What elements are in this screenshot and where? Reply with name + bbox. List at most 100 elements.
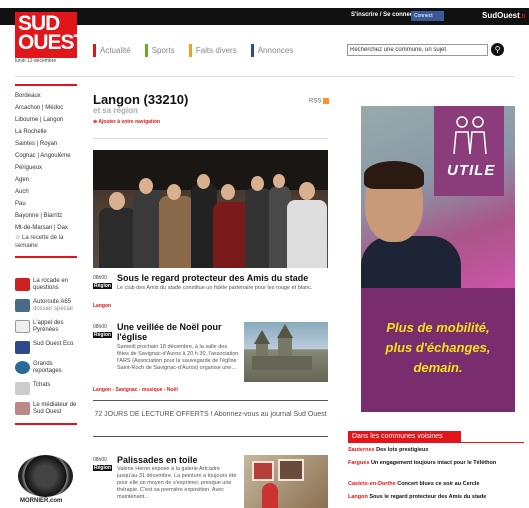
- watch-ad-image[interactable]: [18, 455, 73, 497]
- special-link-rocade[interactable]: La rocade en questions: [15, 278, 79, 292]
- special-link-tchats[interactable]: Tchats: [15, 382, 79, 395]
- city-link[interactable]: Périgueux: [15, 162, 79, 174]
- link-title: La rocade en questions: [33, 278, 69, 291]
- article-summary: Samedi prochain 18 décembre, à la salle …: [117, 344, 239, 371]
- recette-link[interactable]: ☆ La recette de la semaine: [15, 234, 79, 250]
- lead-photo[interactable]: [93, 150, 328, 268]
- link-title: Le médiateur de Sud Ouest: [33, 402, 77, 415]
- advertisement[interactable]: UTILE Plus de mobilité, plus d'échanges,…: [361, 106, 515, 412]
- special-link-a65[interactable]: Autoroute A65 dossier spécial: [15, 299, 79, 313]
- nav-faits-divers[interactable]: Faits divers: [188, 44, 237, 57]
- nav-annonces[interactable]: Annonces: [250, 44, 293, 57]
- article-tag: Région: [93, 465, 112, 471]
- rss-icon: [323, 98, 330, 104]
- city-link[interactable]: Mt-de-Marsan | Dax: [15, 222, 79, 234]
- rss-label: RSS: [309, 98, 322, 105]
- exhibition-thumbnail[interactable]: [244, 455, 328, 508]
- divider: [93, 138, 328, 139]
- eco-icon: [15, 341, 30, 354]
- photo-head: [273, 174, 285, 188]
- photo-person: [245, 188, 271, 268]
- nav-actualite[interactable]: Actualité: [93, 44, 131, 57]
- globe-icon: [15, 361, 30, 374]
- article-tag: Région: [93, 332, 112, 338]
- special-link-pyrenees[interactable]: L'appel des Pyrénées: [15, 320, 79, 334]
- special-link-reportages[interactable]: Grands reportages: [15, 361, 79, 375]
- link-title: L'appel des Pyrénées: [33, 320, 64, 333]
- city-link[interactable]: Libourne | Langon: [15, 114, 79, 126]
- city-link[interactable]: Pau: [15, 198, 79, 210]
- city-link[interactable]: Bordeaux: [15, 90, 79, 102]
- photo-head: [299, 182, 315, 200]
- city-link[interactable]: Saintes | Royan: [15, 138, 79, 150]
- subscription-promo[interactable]: 72 JOURS DE LECTURE OFFERTS ! Abonnez-vo…: [93, 400, 328, 437]
- special-link-mediateur[interactable]: Le médiateur de Sud Ouest: [15, 402, 79, 416]
- city-link[interactable]: Agen: [15, 174, 79, 186]
- nearby-title: Concert blues ce soir au Cercle: [397, 481, 480, 487]
- link-title: Sud Ouest Eco: [33, 341, 74, 347]
- link-subtitle: dossier spécial: [33, 306, 73, 312]
- divider: [461, 442, 524, 443]
- divider: [15, 423, 77, 425]
- search-icon[interactable]: ⚲: [491, 43, 504, 56]
- ad-slogan-line: demain.: [413, 360, 463, 375]
- photo-person: [159, 196, 193, 268]
- church-roof: [254, 330, 270, 344]
- people-icon: [453, 116, 487, 155]
- divider: [15, 256, 77, 258]
- main-nav: Actualité Sports Faits divers Annonces: [93, 44, 307, 60]
- article-title[interactable]: Sous le regard protecteur des Amis du st…: [117, 273, 308, 283]
- city-link[interactable]: Arcachon | Médoc: [15, 102, 79, 114]
- site-logo[interactable]: SUD OUEST: [15, 12, 86, 58]
- nav-sports[interactable]: Sports: [144, 44, 175, 57]
- facebook-connect-button[interactable]: Connect: [411, 11, 444, 21]
- brand-wordmark[interactable]: SudOuest.fr: [482, 11, 526, 20]
- search-input[interactable]: [347, 44, 488, 56]
- link-title: Tchats: [33, 382, 51, 388]
- city-list: Bordeaux Arcachon | Médoc Libourne | Lan…: [15, 86, 79, 250]
- ad-badge: UTILE: [447, 162, 496, 179]
- highway-icon: [15, 299, 30, 312]
- article-keywords[interactable]: Langon: [93, 303, 111, 309]
- ad-brand[interactable]: MORNIER.com: [20, 498, 62, 504]
- article-tag: Région: [93, 283, 112, 289]
- special-link-eco[interactable]: Sud Ouest Eco: [15, 341, 79, 354]
- nearby-town: Langon: [348, 494, 368, 500]
- city-link[interactable]: Auch: [15, 186, 79, 198]
- nearby-item[interactable]: Langon Sous le regard protecteur des Ami…: [348, 494, 524, 501]
- nearby-item[interactable]: Fargues Un engagement toujours intact po…: [348, 460, 524, 467]
- sidebar: Bordeaux Arcachon | Médoc Libourne | Lan…: [15, 84, 79, 258]
- photo-head: [109, 192, 125, 210]
- city-link[interactable]: La Rochelle: [15, 126, 79, 138]
- church-roof: [277, 324, 293, 338]
- ad-slogan-line: Plus de mobilité,: [386, 320, 490, 335]
- photo-head: [197, 174, 210, 189]
- rss-link[interactable]: RSS: [309, 98, 330, 105]
- photo-head: [221, 184, 235, 200]
- nearby-title: Des lots prestigieux: [376, 447, 429, 453]
- article-keywords[interactable]: Langon - Savignac - musique - Noël: [93, 387, 178, 393]
- article-title[interactable]: Palissades en toile: [117, 455, 198, 465]
- photo-head: [167, 184, 181, 200]
- top-bar: S'inscrire / Se connecter Connect SudOue…: [0, 8, 529, 25]
- article-title[interactable]: Une veillée de Noël pour l'église: [117, 322, 239, 342]
- nearby-town: Sauternes: [348, 447, 375, 453]
- add-navigation-link[interactable]: ⊕ Ajouter à votre navigation: [93, 119, 160, 125]
- church-thumbnail[interactable]: [244, 322, 328, 382]
- nearby-item[interactable]: Sauternes Des lots prestigieux: [348, 447, 524, 454]
- ad-man-hair: [364, 161, 424, 189]
- nearby-town: Fargues: [348, 460, 370, 466]
- article-item[interactable]: 08h00 Région Sous le regard protecteur d…: [93, 273, 328, 309]
- article-time: 08h00: [93, 457, 107, 463]
- nearby-item[interactable]: Castets-en-Dorthe Concert blues ce soir …: [348, 481, 524, 488]
- divider: [15, 76, 515, 77]
- photo-person: [99, 208, 137, 268]
- city-link[interactable]: Bayonne | Biarritz: [15, 210, 79, 222]
- ad-slogan-line: plus d'échanges,: [385, 340, 491, 355]
- mountain-icon: [15, 320, 30, 333]
- nearby-title: Un engagement toujours intact pour le Té…: [370, 460, 497, 466]
- nearby-title: Sous le regard protecteur des Amis du st…: [369, 494, 487, 500]
- city-link[interactable]: Cognac | Angoulême: [15, 150, 79, 162]
- article-time: 08h00: [93, 275, 107, 281]
- chat-icon: [15, 382, 30, 395]
